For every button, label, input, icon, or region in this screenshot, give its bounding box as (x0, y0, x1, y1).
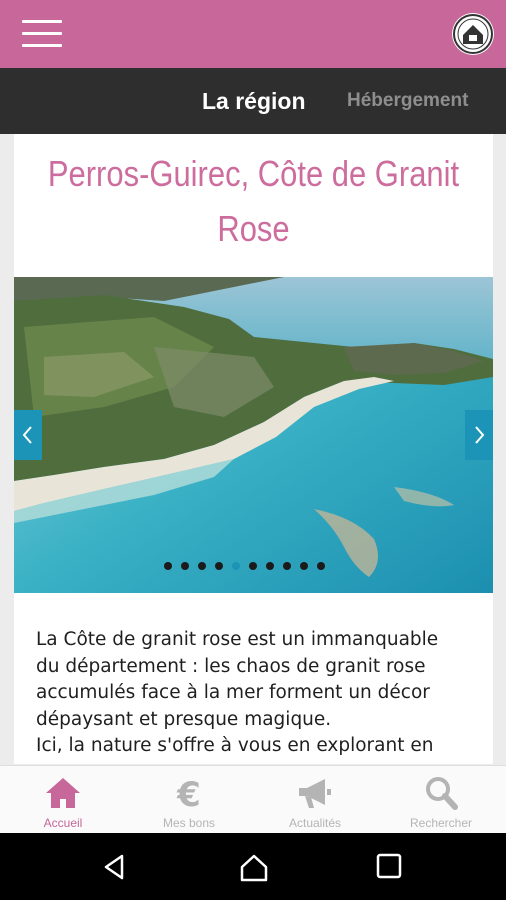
app-bar (0, 0, 506, 68)
nav-label: Actualités (288, 816, 342, 830)
home-circle-icon[interactable] (239, 853, 269, 887)
content-card: Perros-Guirec, Côte de Granit Rose La Cô… (14, 134, 493, 764)
nav-label: Mes bons (162, 816, 216, 830)
slider-dot[interactable] (249, 562, 257, 570)
euro-icon: € (176, 775, 201, 812)
nav-rechercher[interactable]: Rechercher (378, 766, 504, 834)
slider-dot[interactable] (266, 562, 274, 570)
aerial-coast-photo (14, 277, 493, 593)
hamburger-menu-icon[interactable] (22, 20, 62, 48)
description-text: La Côte de granit rose est un immanquabl… (36, 627, 476, 760)
slider-dot[interactable] (215, 562, 223, 570)
tab-bar: La région Hébergement (0, 68, 506, 134)
description-line: accumulés face à la mer forment un décor (36, 682, 430, 703)
slider-dot[interactable] (164, 562, 172, 570)
nav-actualites[interactable]: Actualités (252, 766, 378, 834)
page-title: Perros-Guirec, Côte de Granit Rose (48, 146, 460, 256)
brand-logo[interactable] (452, 13, 494, 55)
page-title-line-1: Perros-Guirec, Côte de Granit (47, 153, 460, 194)
slider-next-button[interactable] (465, 410, 493, 460)
description-line: du département : les chaos de granit ros… (36, 655, 426, 677)
image-slider[interactable] (14, 277, 493, 593)
chevron-left-icon (22, 426, 32, 444)
chevron-right-icon (475, 426, 485, 444)
megaphone-icon (299, 779, 331, 808)
recents-icon[interactable] (376, 853, 402, 883)
description-line: dépaysant et presque magique. (36, 708, 332, 730)
slider-dot[interactable] (198, 562, 206, 570)
bottom-navigation: Accueil € Mes bons Actualités Rechercher (0, 765, 506, 834)
description-line: Ici, la nature s'offre à vous en explora… (36, 735, 434, 756)
page-title-line-2: Rose (217, 208, 290, 249)
svg-text:€: € (176, 775, 201, 812)
search-icon (426, 777, 458, 810)
slider-dot[interactable] (181, 562, 189, 570)
slider-prev-button[interactable] (14, 410, 42, 460)
nav-label: Rechercher (409, 816, 473, 830)
slider-dot[interactable] (283, 562, 291, 570)
slider-dot[interactable] (300, 562, 308, 570)
home-icon (46, 778, 80, 808)
slider-dot-active[interactable] (232, 562, 240, 570)
tab-la-region[interactable]: La région (202, 68, 306, 134)
slider-dot[interactable] (317, 562, 325, 570)
nav-accueil[interactable]: Accueil (0, 766, 126, 834)
nav-mes-bons[interactable]: € Mes bons (126, 766, 252, 834)
system-nav-bar (0, 833, 506, 900)
nav-label: Accueil (43, 816, 83, 830)
tab-hebergement[interactable]: Hébergement (347, 68, 468, 134)
back-icon[interactable] (100, 853, 128, 885)
description-line: La Côte de granit rose est un immanquabl… (36, 629, 439, 650)
